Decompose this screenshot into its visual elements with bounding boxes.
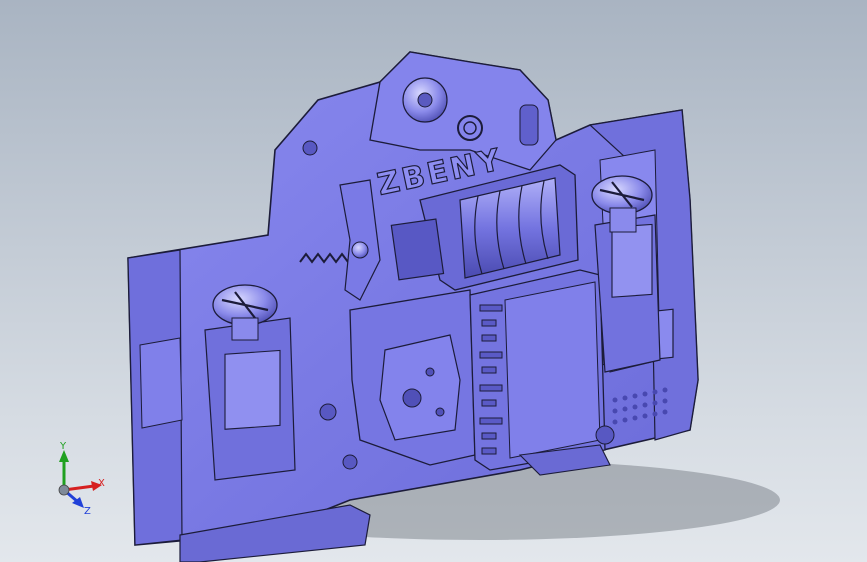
housing-hole-2 [595, 425, 615, 445]
z-axis-label: Z [84, 506, 91, 517]
cam-plate[interactable] [379, 334, 461, 441]
right-clamp-window [611, 223, 653, 298]
cam-hole-small-1 [425, 367, 435, 377]
x-axis-label: X [98, 478, 105, 489]
right-screw-shank [609, 207, 637, 233]
cad-viewport[interactable]: ZBENY Y X Z [0, 0, 867, 562]
housing-hole-1 [302, 140, 318, 156]
left-screw-shank [231, 317, 259, 341]
cam-hole-large [402, 388, 422, 408]
y-axis-label: Y [59, 441, 67, 452]
top-gear-hub [417, 92, 433, 108]
top-right-slot [519, 104, 539, 146]
left-rail [139, 337, 183, 429]
lever-pivot [351, 241, 369, 259]
arc-splitter-face [504, 281, 601, 459]
triad-origin [58, 484, 70, 496]
coordinate-triad: Y X Z [58, 441, 105, 517]
cam-hole-small-2 [435, 407, 445, 417]
housing-hole-4 [319, 403, 337, 421]
magnet-block [390, 218, 445, 281]
housing-hole-3 [342, 454, 358, 470]
breaker-3d-model[interactable]: ZBENY [0, 0, 867, 562]
left-clamp-window [224, 349, 281, 430]
